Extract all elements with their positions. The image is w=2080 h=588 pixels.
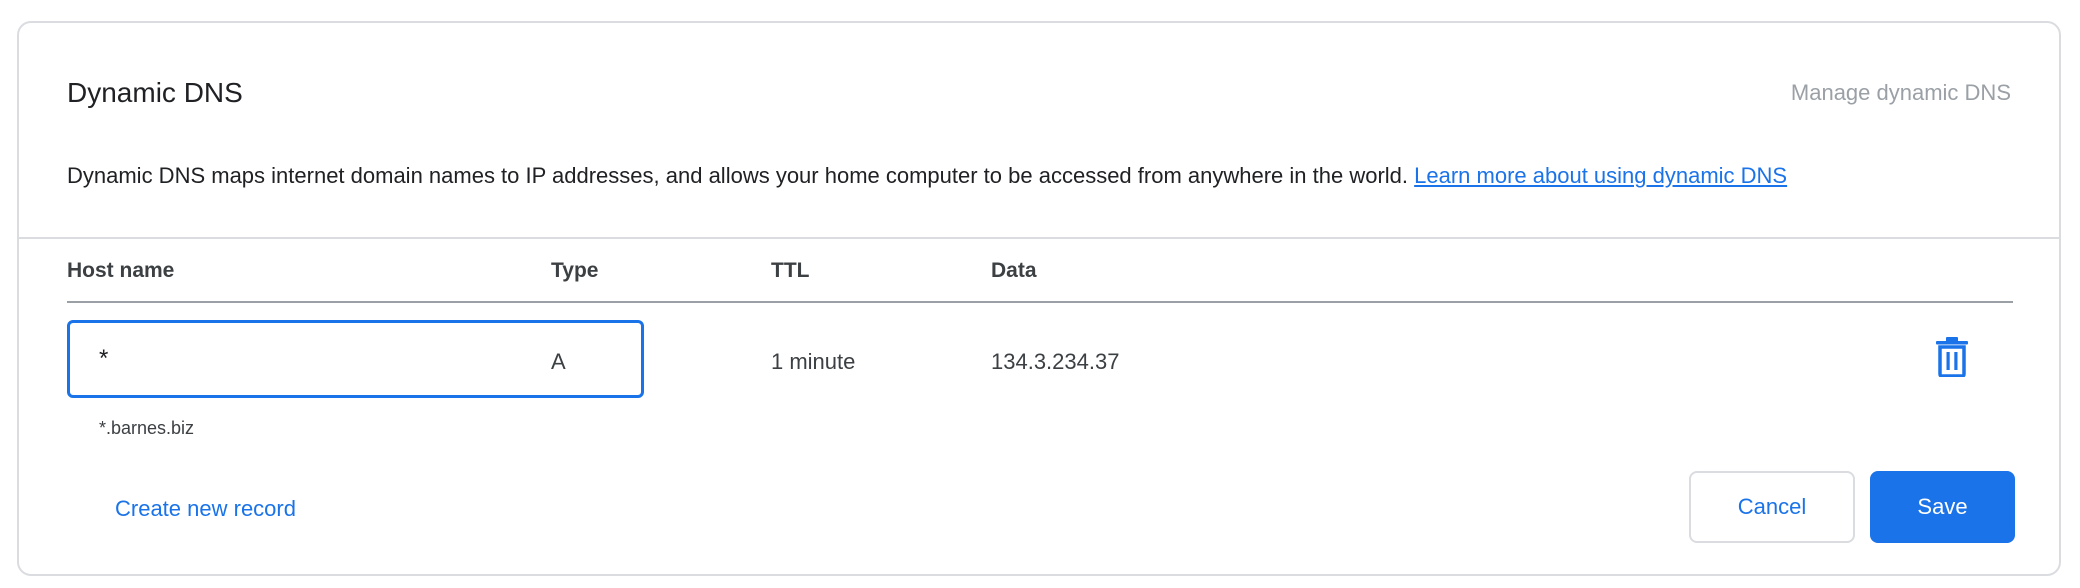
section-description: Dynamic DNS maps internet domain names t… [67,163,1787,189]
manage-dynamic-dns-link[interactable]: Manage dynamic DNS [1791,80,2011,106]
save-button[interactable]: Save [1870,471,2015,543]
column-header-data: Data [991,259,1037,282]
record-type: A [551,349,566,374]
learn-more-link[interactable]: Learn more about using dynamic DNS [1414,163,1787,188]
table-header-divider [67,301,2013,303]
trash-icon[interactable] [1935,337,1969,378]
section-title: Dynamic DNS [67,77,243,108]
cancel-button[interactable]: Cancel [1689,471,1855,543]
create-new-record-button[interactable]: Create new record [115,496,296,522]
description-text: Dynamic DNS maps internet domain names t… [67,163,1409,188]
section-divider [19,237,2059,239]
dynamic-dns-card: Dynamic DNS Manage dynamic DNS Dynamic D… [17,21,2061,576]
column-header-type: Type [551,259,599,282]
host-name-hint: *.barnes.biz [99,418,195,438]
column-header-ttl: TTL [771,259,810,282]
column-header-host-name: Host name [67,259,175,282]
record-ttl: 1 minute [771,349,856,374]
record-data: 134.3.234.37 [991,349,1120,374]
